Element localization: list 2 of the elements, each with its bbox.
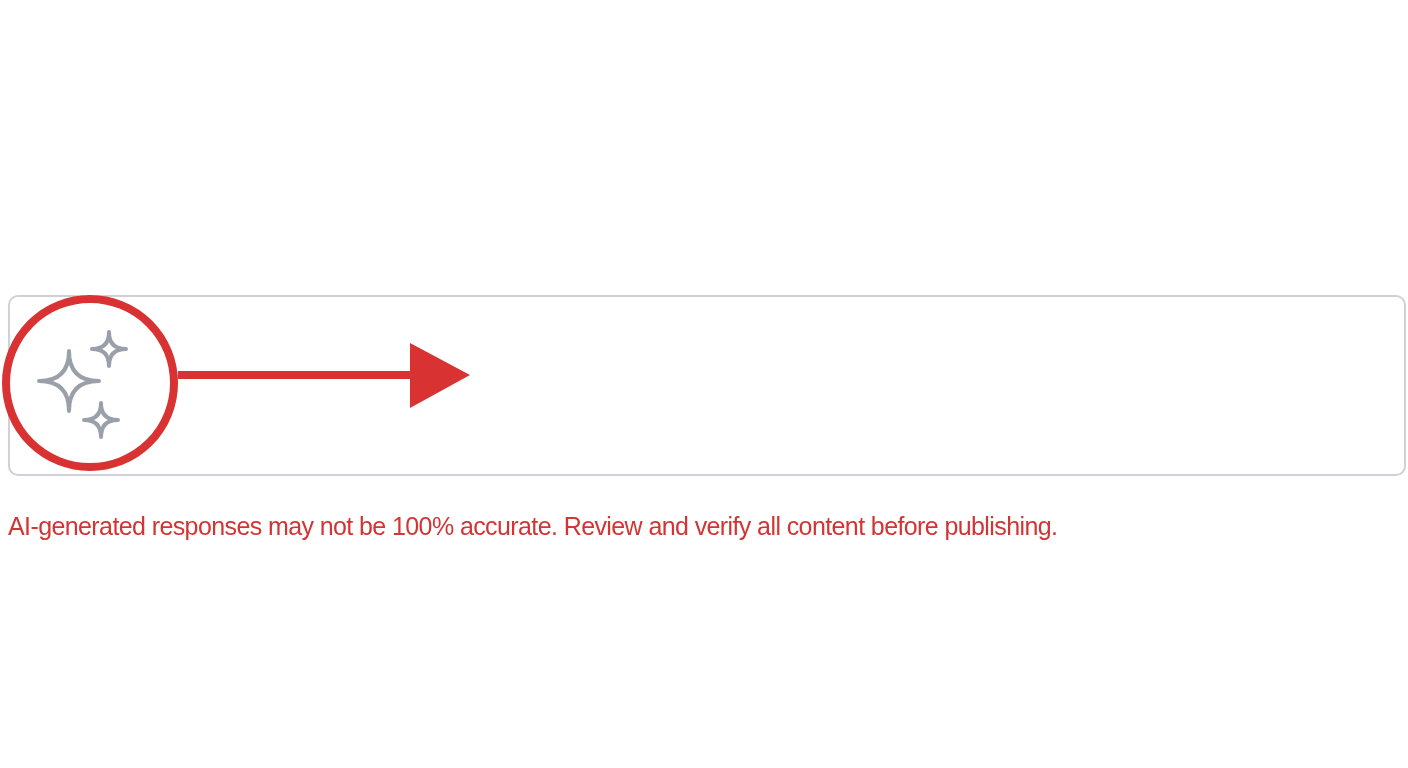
disclaimer-text: AI-generated responses may not be 100% accurate. Review and verify all content before publishing. — [8, 512, 1059, 541]
text-field[interactable] — [8, 295, 1406, 476]
